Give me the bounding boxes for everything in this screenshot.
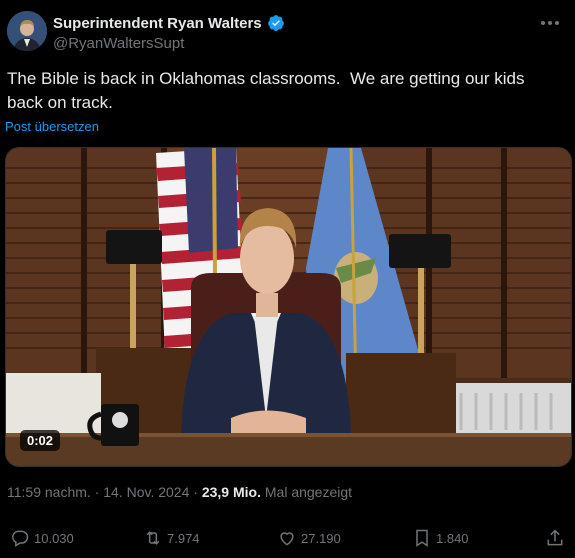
bookmark-icon [416,529,428,547]
translate-post-link[interactable]: Post übersetzen [5,119,99,134]
meta-separator: · [90,484,104,500]
repost-count: 7.974 [167,530,200,546]
desk [6,433,571,466]
repost-button[interactable]: 7.974 [143,528,200,548]
tweet-header: Superintendent Ryan Walters @RyanWalters… [7,11,575,55]
author-display-name[interactable]: Superintendent Ryan Walters [53,15,262,32]
tweet-actions: 10.030 7.974 27.190 1.840 [0,528,575,556]
video-player[interactable]: 0:02 [5,147,572,467]
reply-icon [12,530,29,547]
share-button[interactable] [545,528,565,548]
author-avatar[interactable] [7,11,47,51]
video-frame [6,148,571,466]
reply-button[interactable]: 10.030 [10,528,74,548]
meta-separator: · [189,484,202,500]
video-timestamp: 0:02 [20,430,61,451]
heart-icon [280,532,294,546]
like-count: 27.190 [301,530,341,546]
tweet-date[interactable]: 14. Nov. 2024 [103,484,189,500]
tweet-text: The Bible is back in Oklahomas classroom… [7,69,530,112]
share-icon [547,529,563,546]
verified-badge-icon [267,15,284,31]
tweet-meta: 11:59 nachm. · 14. Nov. 2024 · 23,9 Mio.… [7,484,352,500]
repost-icon [146,531,160,545]
author-handle[interactable]: @RyanWaltersSupt [53,35,184,52]
bookmark-count: 1.840 [436,530,469,546]
views-label: Mal angezeigt [260,484,353,500]
more-options-icon[interactable] [538,13,562,33]
like-button[interactable]: 27.190 [277,528,341,548]
bookmark-button[interactable]: 1.840 [412,528,469,548]
reply-count: 10.030 [34,530,74,546]
tweet-time[interactable]: 11:59 nachm. [7,484,91,500]
credenza-right [346,353,456,438]
views-count[interactable]: 23,9 Mio. [202,484,261,500]
